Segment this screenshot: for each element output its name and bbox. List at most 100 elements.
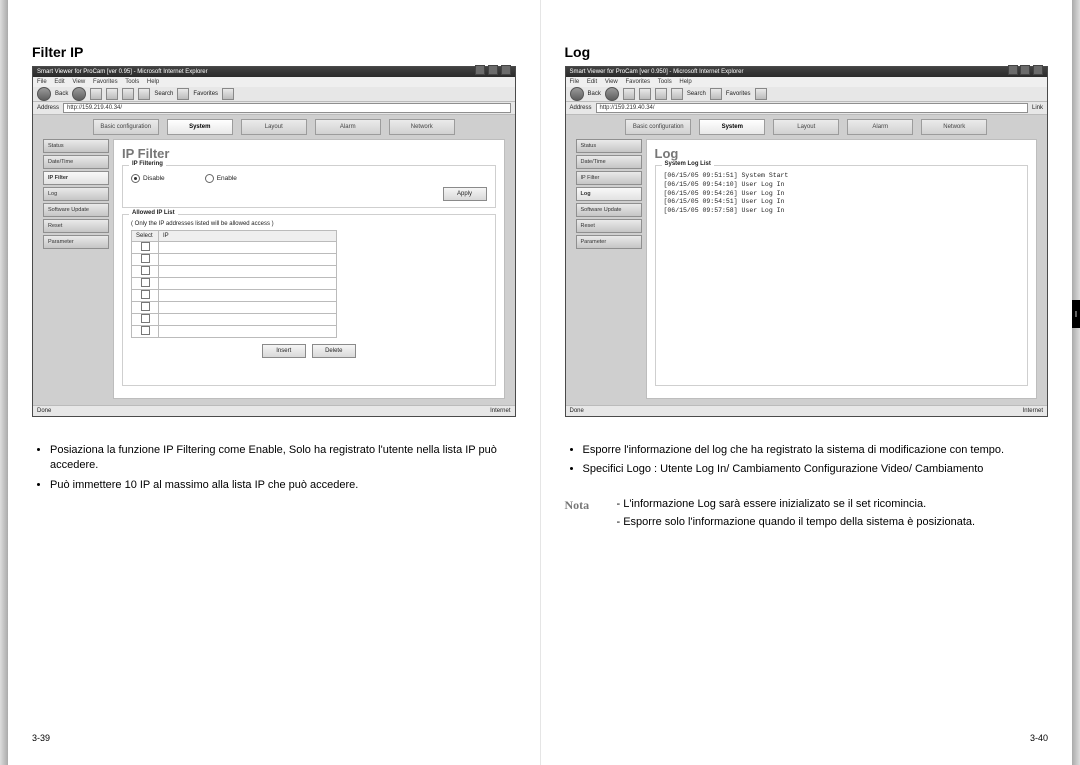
tab-layout[interactable]: Layout: [773, 119, 839, 135]
screenshot-browser-window-left: Smart Viewer for ProCam [ver 0.95] - Mic…: [32, 66, 516, 417]
favorites-icon[interactable]: [710, 88, 722, 100]
menu-favorites[interactable]: Favorites: [93, 79, 118, 85]
maximize-icon[interactable]: [1020, 65, 1030, 75]
tab-basic-configuration[interactable]: Basic configuration: [93, 119, 159, 135]
sidebar-item-status[interactable]: Status: [43, 139, 109, 153]
tab-network[interactable]: Network: [921, 119, 987, 135]
back-button-icon[interactable]: [570, 87, 584, 101]
minimize-icon[interactable]: [475, 65, 485, 75]
tab-network[interactable]: Network: [389, 119, 455, 135]
radio-enable-label: Enable: [217, 175, 237, 182]
row-ip-cell[interactable]: [159, 242, 337, 254]
address-bar[interactable]: http://159.219.40.34/: [596, 103, 1028, 113]
row-ip-cell[interactable]: [159, 278, 337, 290]
row-checkbox[interactable]: [141, 254, 150, 263]
stop-icon[interactable]: [623, 88, 635, 100]
search-icon[interactable]: [138, 88, 150, 100]
sidebar-item-software-update[interactable]: Software Update: [576, 203, 642, 217]
close-icon[interactable]: [1033, 65, 1043, 75]
row-checkbox[interactable]: [141, 302, 150, 311]
media-icon[interactable]: [755, 88, 767, 100]
manual-left-page: Filter IP Smart Viewer for ProCam [ver 0…: [8, 0, 540, 765]
search-label[interactable]: Search: [687, 91, 706, 97]
sidebar-item-reset[interactable]: Reset: [576, 219, 642, 233]
forward-button-icon[interactable]: [605, 87, 619, 101]
row-ip-cell[interactable]: [159, 302, 337, 314]
link-label[interactable]: Link: [1032, 105, 1043, 111]
menu-file[interactable]: File: [570, 79, 580, 85]
row-checkbox[interactable]: [141, 326, 150, 335]
sidebar-item-log[interactable]: Log: [576, 187, 642, 201]
sidebar-item-software-update[interactable]: Software Update: [43, 203, 109, 217]
row-ip-cell[interactable]: [159, 314, 337, 326]
favorites-label[interactable]: Favorites: [726, 91, 751, 97]
refresh-icon[interactable]: [106, 88, 118, 100]
row-ip-cell[interactable]: [159, 290, 337, 302]
media-icon[interactable]: [222, 88, 234, 100]
sidebar-item-reset[interactable]: Reset: [43, 219, 109, 233]
row-checkbox[interactable]: [141, 266, 150, 275]
log-panel: Log System Log List [06/15/05 09:51:51] …: [646, 139, 1038, 399]
minimize-icon[interactable]: [1008, 65, 1018, 75]
row-ip-cell[interactable]: [159, 326, 337, 338]
system-log-groupbox: System Log List [06/15/05 09:51:51] Syst…: [655, 165, 1029, 386]
row-checkbox[interactable]: [141, 314, 150, 323]
apply-button[interactable]: Apply: [443, 187, 487, 201]
table-row: [132, 326, 337, 338]
menu-view[interactable]: View: [72, 79, 85, 85]
row-checkbox[interactable]: [141, 242, 150, 251]
menu-tools[interactable]: Tools: [658, 79, 672, 85]
row-ip-cell[interactable]: [159, 254, 337, 266]
radio-enable[interactable]: Enable: [205, 174, 237, 183]
back-button-icon[interactable]: [37, 87, 51, 101]
back-button-label[interactable]: Back: [55, 91, 68, 97]
favorites-label[interactable]: Favorites: [193, 91, 218, 97]
row-ip-cell[interactable]: [159, 266, 337, 278]
menu-file[interactable]: File: [37, 79, 47, 85]
address-label: Address: [570, 105, 592, 111]
sidebar-item-log[interactable]: Log: [43, 187, 109, 201]
close-icon[interactable]: [501, 65, 511, 75]
sidebar-item-date-time[interactable]: Date/Time: [43, 155, 109, 169]
back-button-label[interactable]: Back: [588, 91, 601, 97]
search-icon[interactable]: [671, 88, 683, 100]
sidebar-item-parameter[interactable]: Parameter: [43, 235, 109, 249]
menu-help[interactable]: Help: [679, 79, 691, 85]
address-bar[interactable]: http://159.219.40.34/: [63, 103, 510, 113]
menu-favorites[interactable]: Favorites: [625, 79, 650, 85]
menu-help[interactable]: Help: [147, 79, 159, 85]
insert-button[interactable]: Insert: [262, 344, 306, 358]
home-icon[interactable]: [655, 88, 667, 100]
forward-button-icon[interactable]: [72, 87, 86, 101]
table-row: [132, 242, 337, 254]
tab-basic-configuration[interactable]: Basic configuration: [625, 119, 691, 135]
page-number: 3-39: [32, 733, 50, 743]
tab-system[interactable]: System: [699, 119, 765, 135]
delete-button[interactable]: Delete: [312, 344, 356, 358]
tab-alarm[interactable]: Alarm: [847, 119, 913, 135]
tab-alarm[interactable]: Alarm: [315, 119, 381, 135]
refresh-icon[interactable]: [639, 88, 651, 100]
sidebar-item-status[interactable]: Status: [576, 139, 642, 153]
search-label[interactable]: Search: [154, 91, 173, 97]
manual-right-page: Log Smart Viewer for ProCam [ver 0.950] …: [540, 0, 1073, 765]
maximize-icon[interactable]: [488, 65, 498, 75]
menu-edit[interactable]: Edit: [54, 79, 64, 85]
menu-edit[interactable]: Edit: [587, 79, 597, 85]
sidebar-item-ip-filter[interactable]: IP Filter: [43, 171, 109, 185]
menu-tools[interactable]: Tools: [125, 79, 139, 85]
sidebar-item-parameter[interactable]: Parameter: [576, 235, 642, 249]
stop-icon[interactable]: [90, 88, 102, 100]
tab-system[interactable]: System: [167, 119, 233, 135]
sidebar-item-date-time[interactable]: Date/Time: [576, 155, 642, 169]
menu-view[interactable]: View: [605, 79, 618, 85]
sidebar-item-ip-filter[interactable]: IP Filter: [576, 171, 642, 185]
status-done: Done: [570, 408, 584, 414]
home-icon[interactable]: [122, 88, 134, 100]
allowed-ip-legend: Allowed IP List: [129, 210, 178, 216]
row-checkbox[interactable]: [141, 290, 150, 299]
row-checkbox[interactable]: [141, 278, 150, 287]
favorites-icon[interactable]: [177, 88, 189, 100]
radio-disable[interactable]: Disable: [131, 174, 165, 183]
tab-layout[interactable]: Layout: [241, 119, 307, 135]
